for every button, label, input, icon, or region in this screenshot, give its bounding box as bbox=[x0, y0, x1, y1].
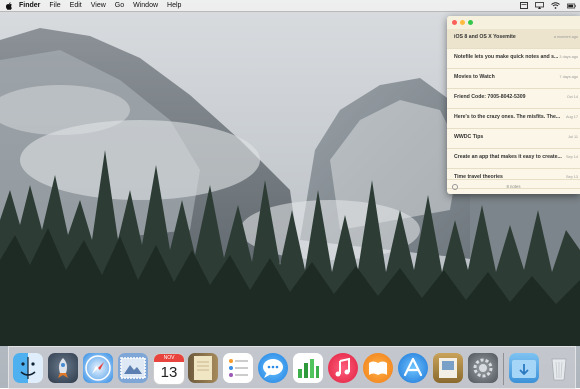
note-date: Oct 14 bbox=[566, 95, 578, 99]
trash-icon[interactable] bbox=[544, 353, 574, 383]
notefile-window: iOS 8 and OS X Yosemite a moment ago Not… bbox=[447, 16, 580, 194]
note-item[interactable]: Here's to the crazy ones. The misfits. T… bbox=[447, 109, 580, 129]
calendar-day: 13 bbox=[160, 364, 178, 381]
notefile-menu-icon[interactable] bbox=[519, 2, 528, 9]
note-date: 7 days ago bbox=[559, 75, 578, 79]
note-item[interactable]: iOS 8 and OS X Yosemite a moment ago bbox=[447, 29, 580, 49]
wifi-icon[interactable] bbox=[551, 2, 560, 9]
minimize-button[interactable] bbox=[460, 20, 465, 25]
note-date: Jul 11 bbox=[568, 135, 578, 139]
calendar-icon[interactable]: NOV 13 bbox=[153, 353, 185, 385]
note-item[interactable]: Movies to Watch 7 days ago bbox=[447, 69, 580, 89]
airplay-icon[interactable] bbox=[535, 2, 544, 9]
messages-bubble-icon[interactable] bbox=[258, 353, 288, 383]
zoom-button[interactable] bbox=[468, 20, 473, 25]
close-button[interactable] bbox=[452, 20, 457, 25]
notes-book-icon[interactable] bbox=[188, 353, 218, 383]
note-list: iOS 8 and OS X Yosemite a moment ago Not… bbox=[447, 29, 580, 189]
window-titlebar[interactable] bbox=[447, 16, 580, 29]
downloads-folder-icon[interactable] bbox=[509, 353, 539, 383]
menu-extras bbox=[519, 0, 576, 11]
menu-bar: Finder File Edit View Go Window Help bbox=[0, 0, 580, 12]
note-title: iOS 8 and OS X Yosemite bbox=[454, 34, 516, 40]
calendar-month: NOV bbox=[154, 354, 184, 362]
note-date: 3 days ago bbox=[559, 55, 578, 59]
note-count: 8 notes bbox=[506, 184, 521, 189]
note-item[interactable]: Friend Code: 7005-8042-5309 Oct 14 bbox=[447, 89, 580, 109]
preview-photos-icon[interactable] bbox=[433, 353, 463, 383]
menu-help[interactable]: Help bbox=[167, 0, 181, 11]
menu-file[interactable]: File bbox=[49, 0, 60, 11]
note-title: Create an app that makes it easy to crea… bbox=[454, 154, 562, 160]
apple-logo-icon[interactable] bbox=[5, 1, 13, 10]
note-title: WWDC Tips bbox=[454, 134, 484, 140]
finder-icon[interactable] bbox=[13, 353, 43, 383]
menu-go[interactable]: Go bbox=[115, 0, 124, 11]
note-date: Aug 17 bbox=[565, 115, 578, 119]
reminders-list-icon[interactable] bbox=[223, 353, 253, 383]
system-preferences-gear-icon[interactable] bbox=[468, 353, 498, 383]
note-title: Notefile lets you make quick notes and s… bbox=[454, 54, 559, 60]
note-item[interactable]: Notefile lets you make quick notes and s… bbox=[447, 49, 580, 69]
menu-window[interactable]: Window bbox=[133, 0, 158, 11]
dock: NOV 13 bbox=[8, 346, 576, 389]
note-item[interactable]: Create an app that makes it easy to crea… bbox=[447, 149, 580, 169]
dock-divider bbox=[503, 353, 504, 385]
battery-icon[interactable] bbox=[567, 2, 576, 9]
ibooks-book-icon[interactable] bbox=[363, 353, 393, 383]
app-store-icon[interactable] bbox=[398, 353, 428, 383]
note-item[interactable]: WWDC Tips Jul 11 bbox=[447, 129, 580, 149]
note-date: Sep 14 bbox=[565, 155, 578, 159]
menu-view[interactable]: View bbox=[91, 0, 106, 11]
mail-stamp-icon[interactable] bbox=[118, 353, 148, 383]
itunes-music-icon[interactable] bbox=[328, 353, 358, 383]
note-title: Movies to Watch bbox=[454, 74, 495, 80]
window-footer: 8 notes bbox=[447, 179, 580, 194]
note-title: Friend Code: 7005-8042-5309 bbox=[454, 94, 526, 100]
menu-finder[interactable]: Finder bbox=[19, 0, 40, 11]
safari-compass-icon[interactable] bbox=[83, 353, 113, 383]
menu-edit[interactable]: Edit bbox=[70, 0, 82, 11]
note-title: Here's to the crazy ones. The misfits. T… bbox=[454, 114, 561, 120]
numbers-chart-icon[interactable] bbox=[293, 353, 323, 383]
note-date: a moment ago bbox=[553, 35, 578, 39]
launchpad-rocket-icon[interactable] bbox=[48, 353, 78, 383]
